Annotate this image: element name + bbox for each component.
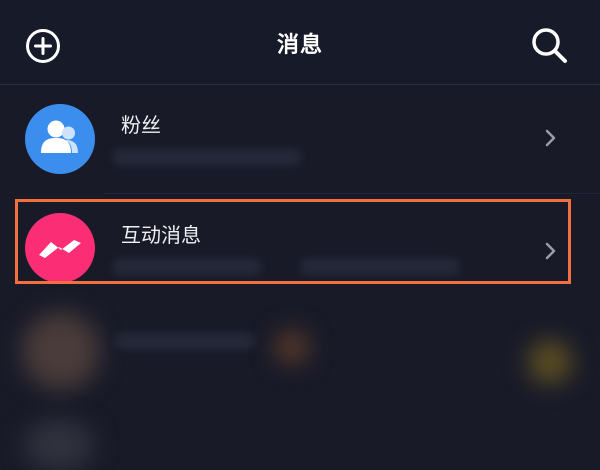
interaction-preview-blurred — [112, 258, 262, 276]
interaction-label: 互动消息 — [121, 223, 201, 247]
fans-group-icon — [41, 120, 78, 153]
blurred-avatar-2 — [24, 420, 94, 470]
interaction-wave-icon — [39, 240, 81, 258]
page-title: 消息 — [276, 33, 323, 58]
search-icon — [532, 28, 567, 63]
fans-preview-blurred — [112, 148, 302, 166]
chevron-right-icon — [545, 242, 556, 260]
list-item-interaction-messages[interactable]: 互动消息 — [0, 190, 600, 294]
interaction-avatar — [25, 213, 95, 283]
blurred-emoji — [275, 330, 309, 364]
top-navigation-bar: 消息 — [0, 0, 600, 86]
blurred-thumbnail — [528, 340, 572, 384]
search-button[interactable] — [528, 24, 570, 66]
blurred-text — [115, 332, 255, 350]
fans-avatar — [25, 104, 95, 174]
blurred-avatar — [22, 312, 100, 390]
fans-label: 粉丝 — [121, 113, 161, 137]
header-divider — [0, 84, 600, 85]
interaction-preview-blurred-2 — [300, 258, 460, 276]
list-item-fans[interactable]: 粉丝 — [0, 88, 600, 192]
chevron-right-icon — [545, 129, 556, 147]
